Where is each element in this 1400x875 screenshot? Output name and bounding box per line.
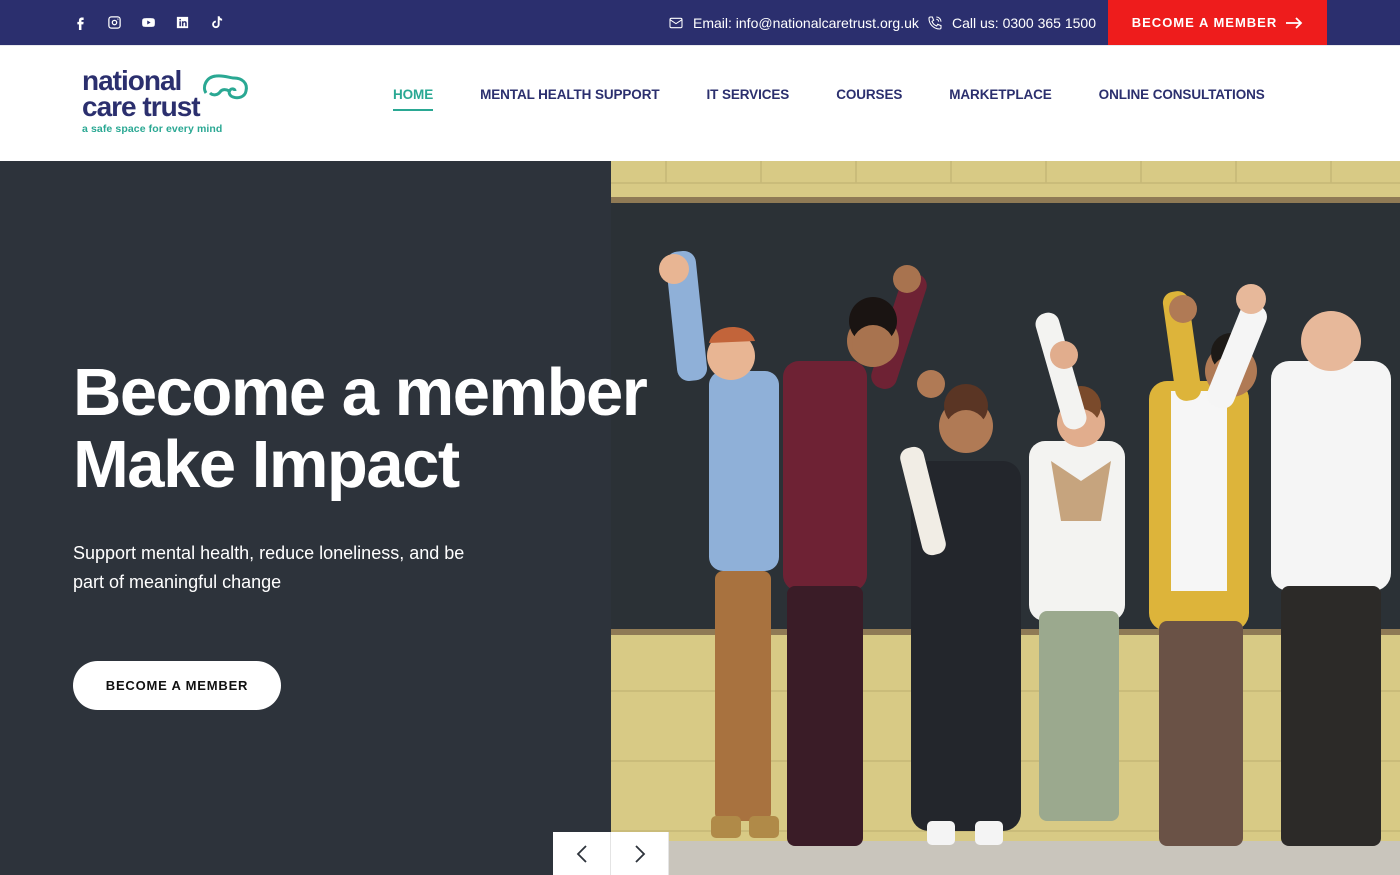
social-links <box>72 0 224 45</box>
phone-icon <box>928 15 942 30</box>
facebook-icon[interactable] <box>72 15 88 31</box>
nav-marketplace[interactable]: MARKETPLACE <box>949 87 1052 102</box>
nav-it-services[interactable]: IT SERVICES <box>707 87 790 102</box>
nav-home[interactable]: HOME <box>393 87 434 111</box>
nav-mental-health-support[interactable]: MENTAL HEALTH SUPPORT <box>480 87 660 102</box>
email-text: Email: info@nationalcaretrust.org.uk <box>693 14 919 31</box>
logo-tagline: a safe space for every mind <box>82 123 223 135</box>
nav-online-consultations[interactable]: ONLINE CONSULTATIONS <box>1099 87 1265 102</box>
hero-headline-line1: Become a member <box>73 355 648 430</box>
linkedin-icon[interactable] <box>174 15 190 31</box>
tiktok-icon[interactable] <box>208 15 224 31</box>
contact-phone[interactable]: Call us: 0300 365 1500 <box>927 0 1096 45</box>
instagram-icon[interactable] <box>106 15 122 31</box>
become-member-hero-button[interactable]: BECOME A MEMBER <box>73 661 281 710</box>
site-logo[interactable]: national care trust a safe space for eve… <box>82 67 262 140</box>
mail-icon <box>669 17 683 28</box>
become-member-top-button[interactable]: BECOME A MEMBER <box>1108 0 1327 45</box>
site-header: national care trust a safe space for eve… <box>0 45 1400 161</box>
hero-headline: Become a member Make Impact <box>73 355 648 502</box>
chevron-left-icon <box>576 844 587 863</box>
nav-courses[interactable]: COURSES <box>836 87 902 102</box>
hero-subtitle: Support mental health, reduce loneliness… <box>73 543 465 592</box>
chevron-right-icon <box>634 844 645 863</box>
main-nav: HOME MENTAL HEALTH SUPPORT IT SERVICES C… <box>393 46 1312 142</box>
contact-email[interactable]: Email: info@nationalcaretrust.org.uk <box>668 0 919 45</box>
slider-prev-button[interactable] <box>553 832 611 875</box>
phone-text: Call us: 0300 365 1500 <box>952 14 1096 31</box>
hero-headline-line2: Make Impact <box>73 427 460 502</box>
youtube-icon[interactable] <box>140 15 156 31</box>
brain-icon <box>202 74 248 100</box>
arrow-right-icon <box>1286 16 1303 29</box>
hero-section: Become a member Make Impact Support ment… <box>0 161 1400 875</box>
slider-controls <box>553 832 670 875</box>
become-member-top-label: BECOME A MEMBER <box>1131 15 1278 30</box>
slider-next-button[interactable] <box>611 832 669 875</box>
top-bar: Email: info@nationalcaretrust.org.uk Cal… <box>0 0 1400 45</box>
hero-group-photo <box>611 161 1400 875</box>
